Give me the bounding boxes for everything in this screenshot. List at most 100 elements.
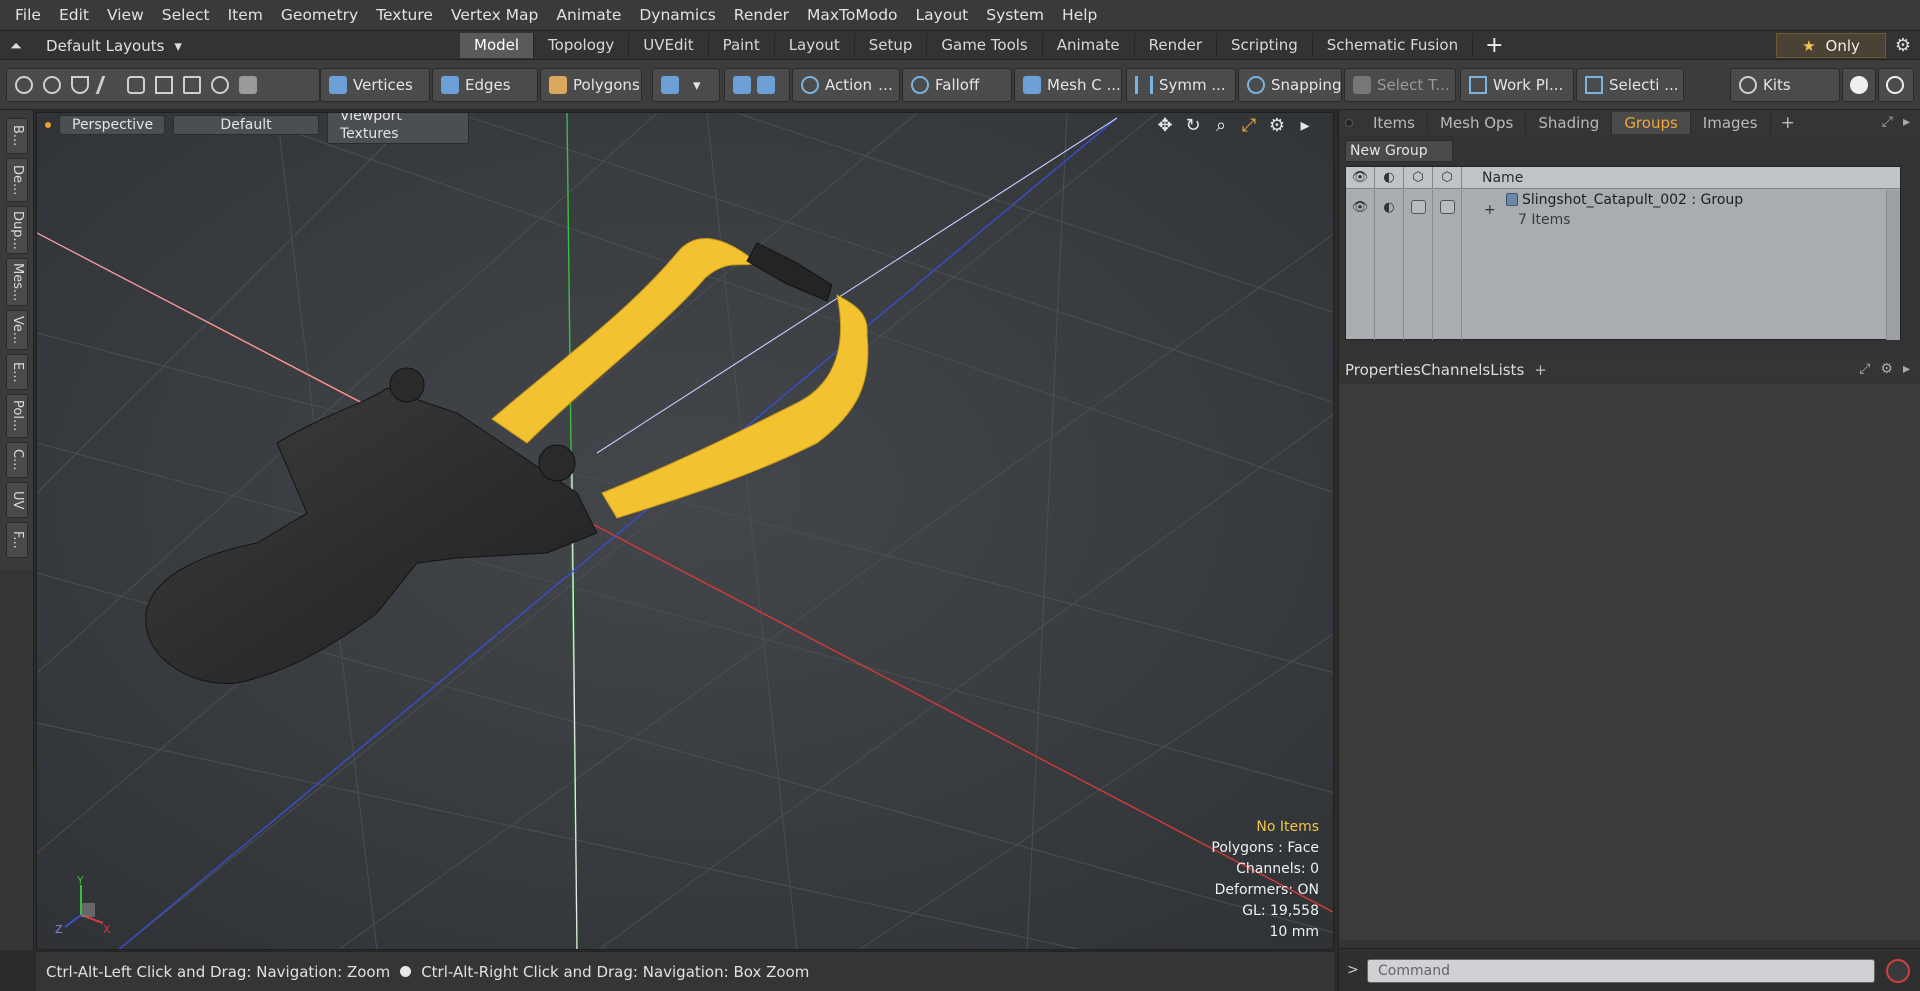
tab-mesh-ops[interactable]: Mesh Ops [1428,112,1527,134]
tab-channels[interactable]: Channels [1421,361,1490,379]
collapse-up-icon[interactable]: ⏶ [10,37,22,55]
rotate-view-icon[interactable]: ↻ [1183,115,1203,136]
row-select-checkbox[interactable] [1439,200,1455,214]
tab-setup[interactable]: Setup [855,33,928,58]
left-tab-fusion[interactable]: F... [6,522,28,558]
expand-panel-icon[interactable]: ⤢ [1882,114,1893,130]
viewport-textures-dropdown[interactable]: Viewport Textures [327,113,469,144]
left-tab-uv[interactable]: UV [6,482,28,518]
props-gear-icon[interactable]: ⚙ [1880,361,1893,377]
vertices-button[interactable]: Vertices [320,68,430,102]
panel-arrow-icon[interactable]: ▸ [1903,114,1910,130]
tab-shading[interactable]: Shading [1526,112,1613,134]
menu-animate[interactable]: Animate [547,0,630,31]
tab-uvedit[interactable]: UVEdit [629,33,709,58]
expand-props-icon[interactable]: ⤢ [1859,361,1870,377]
polygons-button[interactable]: Polygons [540,68,642,102]
left-tab-duplicate[interactable]: Dup... [6,206,28,254]
command-input[interactable]: Command [1367,959,1875,983]
tab-items[interactable]: Items [1361,112,1428,134]
tab-images[interactable]: Images [1691,112,1771,134]
viewport-menu-dot[interactable] [45,122,51,128]
clock-icon[interactable] [211,76,229,94]
menu-geometry[interactable]: Geometry [272,0,367,31]
left-tab-edge[interactable]: E... [6,354,28,390]
vertex-icon[interactable] [71,76,89,94]
lock-column-icon[interactable]: ⬡ [1404,167,1433,188]
name-column-header[interactable]: Name [1462,170,1523,186]
only-toggle[interactable]: ★ Only [1776,33,1886,58]
viewport-settings-icon[interactable]: ⚙ [1267,115,1287,136]
tab-scripting[interactable]: Scripting [1217,33,1313,58]
tab-game-tools[interactable]: Game Tools [927,33,1043,58]
menu-maxtomodo[interactable]: MaxToModo [798,0,907,31]
add-panel-tab-button[interactable]: + [1771,113,1805,133]
tab-animate[interactable]: Animate [1043,33,1135,58]
unreal-button[interactable] [1878,68,1914,102]
frame-icon[interactable] [183,76,201,94]
snapping-button[interactable]: Snapping [1238,68,1342,102]
tab-schematic-fusion[interactable]: Schematic Fusion [1313,33,1474,58]
row-render-icon[interactable]: ◐ [1375,190,1404,340]
falloff-button[interactable]: Falloff [902,68,1012,102]
left-tab-vertex[interactable]: Ve... [6,310,28,350]
tab-model[interactable]: Model [460,33,535,58]
pen-icon[interactable] [95,76,121,94]
globe-icon[interactable] [43,76,61,94]
symmetry-buttons[interactable] [724,68,790,102]
tab-paint[interactable]: Paint [709,33,775,58]
select-circle-icon[interactable] [15,76,33,94]
new-group-button[interactable]: New Group [1345,140,1453,162]
item-mode-dropdown[interactable]: ▾ [652,68,720,102]
row-visibility-icon[interactable]: 👁 [1346,190,1375,340]
tab-lists[interactable]: Lists [1490,361,1524,379]
edge-loop-icon[interactable] [127,76,145,94]
menu-view[interactable]: View [98,0,153,31]
expand-group-icon[interactable]: + [1484,202,1496,218]
material-icon[interactable] [239,76,257,94]
zoom-view-icon[interactable]: ⌕ [1211,115,1231,136]
left-tab-deform[interactable]: De... [6,158,28,202]
left-tab-polygon[interactable]: Pol... [6,394,28,438]
menu-render[interactable]: Render [725,0,798,31]
kits-button[interactable]: Kits [1730,68,1840,102]
tab-render[interactable]: Render [1135,33,1218,58]
3d-viewport[interactable]: Perspective Default Viewport Textures ✥ … [36,112,1334,950]
menu-system[interactable]: System [977,0,1053,31]
mesh-constraint-button[interactable]: Mesh C ... [1014,68,1122,102]
work-plane-button[interactable]: Work Pl... [1460,68,1574,102]
tab-groups[interactable]: Groups [1612,112,1691,134]
menu-layout[interactable]: Layout [907,0,978,31]
add-props-tab-button[interactable]: + [1524,361,1557,379]
tab-topology[interactable]: Topology [534,33,630,58]
menu-dynamics[interactable]: Dynamics [630,0,724,31]
shading-dropdown[interactable]: Default [173,115,319,135]
table-row[interactable]: 👁 ◐ + Slingshot_Catapult_002 : Group 7 I… [1346,190,1900,340]
viewport-expand-icon[interactable]: ▸ [1295,115,1315,136]
props-arrow-icon[interactable]: ▸ [1903,361,1910,377]
selection-sets-button[interactable]: Selecti ... [1576,68,1684,102]
layouts-dropdown[interactable]: ⏶ Default Layouts ▾ [10,31,182,60]
left-tab-basic[interactable]: B... [6,118,28,154]
menu-texture[interactable]: Texture [367,0,442,31]
symmetry-button[interactable]: Symm ... [1126,68,1236,102]
groups-scrollbar[interactable] [1886,190,1900,340]
visibility-column-icon[interactable]: 👁 [1346,167,1375,188]
unity-button[interactable] [1842,68,1876,102]
add-tab-button[interactable]: + [1473,33,1515,58]
menu-item[interactable]: Item [219,0,272,31]
tab-properties[interactable]: Properties [1345,361,1421,379]
menu-help[interactable]: Help [1053,0,1106,31]
gear-icon[interactable]: ⚙ [1890,33,1916,58]
action-button[interactable]: Action … [792,68,900,102]
tab-layout[interactable]: Layout [775,33,855,58]
left-tab-mesh-edit[interactable]: Mes... [6,258,28,306]
menu-file[interactable]: File [6,0,50,31]
grid-icon[interactable] [155,76,173,94]
render-column-icon[interactable]: ◐ [1375,167,1404,188]
left-tab-curve[interactable]: C... [6,442,28,478]
row-lock-checkbox[interactable] [1410,200,1426,214]
record-macro-button[interactable] [1886,959,1910,983]
perspective-dropdown[interactable]: Perspective [59,115,165,135]
menu-vertex-map[interactable]: Vertex Map [442,0,547,31]
